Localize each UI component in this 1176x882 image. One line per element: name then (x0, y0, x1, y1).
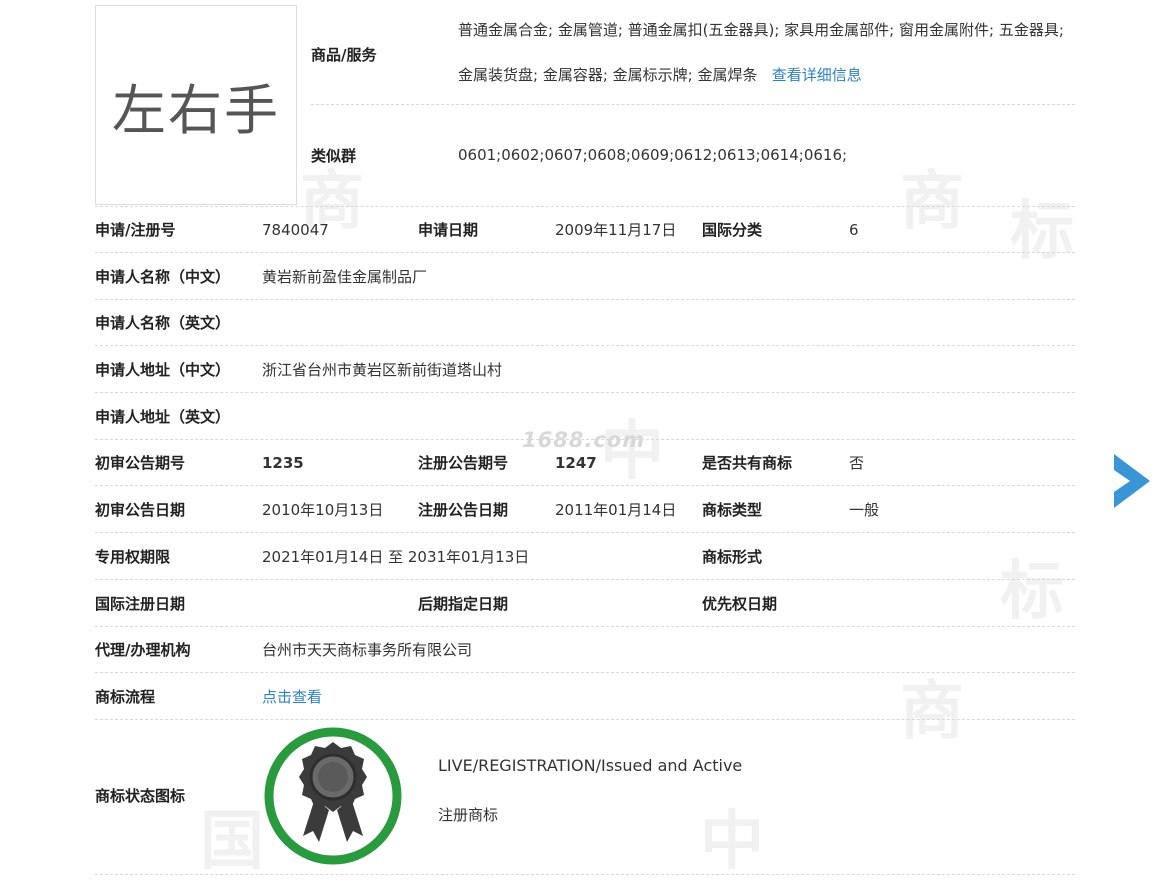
goods-text: 普通金属合金; 金属管道; 普通金属扣(五金器具); 家具用金属部件; 窗用金属… (458, 21, 1064, 84)
shared-value: 否 (849, 454, 865, 472)
site-watermark: 1688.com (522, 428, 646, 452)
priority-date-label: 优先权日期 (702, 595, 778, 613)
apply-date-value: 2009年11月17日 (555, 221, 677, 239)
prelim-no-label: 初审公告期号 (95, 454, 186, 472)
goods-value: 普通金属合金; 金属管道; 普通金属扣(五金器具); 家具用金属部件; 窗用金属… (458, 8, 1078, 98)
divider (95, 485, 1075, 486)
detail-row: 申请人名称（中文） 黄岩新前盈佳金属制品厂 (95, 254, 1075, 300)
status-text-en: LIVE/REGISTRATION/Issued and Active (438, 756, 743, 775)
award-ribbon-icon (264, 727, 402, 865)
exclusive-period-label: 专用权期限 (95, 548, 171, 566)
tm-type-value: 一般 (849, 501, 880, 519)
detail-row: 专用权期限 2021年01月14日 至 2031年01月13日 商标形式 (95, 534, 1075, 580)
detail-row: 申请人名称（英文） (95, 300, 1075, 346)
address-en-label: 申请人地址（英文） (95, 408, 231, 426)
view-details-link[interactable]: 查看详细信息 (772, 66, 862, 84)
divider (95, 874, 1075, 875)
agent-value: 台州市天天商标事务所有限公司 (262, 641, 473, 659)
agent-label: 代理/办理机构 (95, 641, 191, 659)
goods-label: 商品/服务 (311, 46, 377, 64)
address-cn-label: 申请人地址（中文） (95, 361, 231, 379)
intl-reg-date-label: 国际注册日期 (95, 595, 186, 613)
prelim-date-label: 初审公告日期 (95, 501, 186, 519)
next-arrow-icon[interactable] (1110, 450, 1154, 512)
detail-row: 代理/办理机构 台州市天天商标事务所有限公司 (95, 627, 1075, 673)
address-cn-value: 浙江省台州市黄岩区新前街道塔山村 (262, 361, 503, 379)
exclusive-period-value: 2021年01月14日 至 2031年01月13日 (262, 548, 530, 566)
divider (95, 392, 1075, 393)
divider (95, 672, 1075, 673)
applicant-cn-label: 申请人名称（中文） (95, 268, 231, 286)
trademark-image: 左右手 (95, 5, 297, 205)
divider (95, 345, 1075, 346)
status-label: 商标状态图标 (95, 787, 186, 805)
reg-no-value: 7840047 (262, 221, 329, 239)
tm-type-label: 商标类型 (702, 501, 763, 519)
similar-group-value: 0601;0602;0607;0608;0609;0612;0613;0614;… (458, 146, 848, 164)
trademark-name: 左右手 (112, 78, 280, 142)
reg-announce-no-label: 注册公告期号 (418, 454, 509, 472)
divider (95, 532, 1075, 533)
similar-group-label: 类似群 (311, 147, 357, 165)
apply-date-label: 申请日期 (418, 221, 479, 239)
prelim-date-value: 2010年10月13日 (262, 501, 384, 519)
divider (95, 252, 1075, 253)
detail-row: 初审公告日期 2010年10月13日 注册公告日期 2011年01月14日 商标… (95, 487, 1075, 533)
reg-announce-date-value: 2011年01月14日 (555, 501, 677, 519)
view-flow-link[interactable]: 点击查看 (262, 674, 322, 720)
divider (311, 104, 1075, 105)
status-text-cn: 注册商标 (438, 806, 499, 824)
intl-class-label: 国际分类 (702, 221, 763, 239)
shared-label: 是否共有商标 (702, 454, 793, 472)
status-row: 商标状态图标 LIVE/REGISTRATION/Issued and Acti… (95, 720, 1075, 875)
detail-row: 商标流程 点击查看 (95, 674, 1075, 720)
prelim-no-value: 1235 (262, 454, 304, 472)
detail-row: 国际注册日期 后期指定日期 优先权日期 (95, 581, 1075, 627)
later-date-label: 后期指定日期 (418, 595, 509, 613)
applicant-cn-value: 黄岩新前盈佳金属制品厂 (262, 268, 428, 286)
flow-label: 商标流程 (95, 688, 156, 706)
detail-row: 申请/注册号 7840047 申请日期 2009年11月17日 国际分类 6 (95, 207, 1075, 253)
detail-row: 申请人地址（中文） 浙江省台州市黄岩区新前街道塔山村 (95, 347, 1075, 393)
tm-form-label: 商标形式 (702, 548, 763, 566)
divider (95, 579, 1075, 580)
trademark-detail-page: 左右手 商品/服务 普通金属合金; 金属管道; 普通金属扣(五金器具); 家具用… (0, 0, 1176, 882)
reg-announce-date-label: 注册公告日期 (418, 501, 509, 519)
intl-class-value: 6 (849, 221, 859, 239)
applicant-en-label: 申请人名称（英文） (95, 314, 231, 332)
reg-no-label: 申请/注册号 (95, 221, 176, 239)
